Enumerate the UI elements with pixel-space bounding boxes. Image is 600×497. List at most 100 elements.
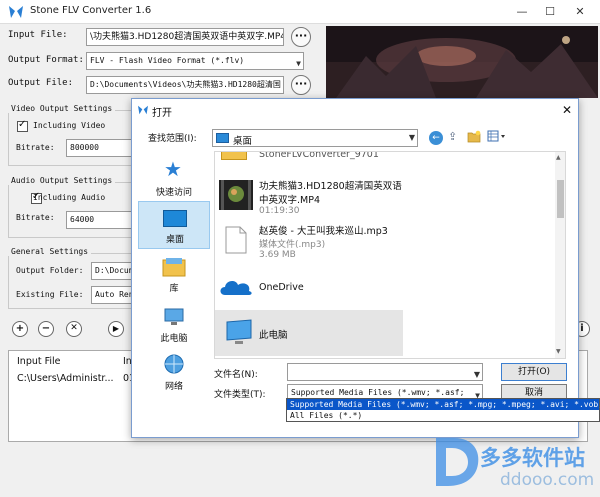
input-file-label: Input File: [8, 30, 68, 40]
audio-bitrate-label: Bitrate: [16, 213, 55, 222]
video-bitrate-label: Bitrate: [16, 143, 55, 152]
output-file-field[interactable]: D:\Documents\Videos\功夫熊猫3.HD1280超清国 [86, 76, 284, 94]
library-icon [162, 257, 186, 277]
view-menu-icon[interactable] [487, 130, 507, 143]
clear-button[interactable]: ✕ [66, 321, 82, 337]
watermark: 多多软件站 ddooo.com [428, 430, 598, 494]
app-logo-icon [8, 5, 24, 22]
output-folder-input[interactable]: D:\Docum [91, 262, 133, 280]
places-bar: ★ 快速访问 桌面 库 此电脑 网络 [138, 155, 210, 395]
back-icon[interactable]: ← [429, 131, 443, 145]
filename-combo[interactable]: ▼ [287, 363, 483, 381]
include-audio-label: Including Audio [33, 193, 106, 202]
filename-label: 文件名(N): [214, 370, 258, 380]
main-titlebar: Stone FLV Converter 1.6 — ☐ ✕ [0, 0, 600, 24]
network-icon [162, 353, 186, 375]
file-name: StoneFLVConverter_9701 [259, 151, 379, 160]
remove-button[interactable]: − [38, 321, 54, 337]
place-label: 库 [169, 284, 179, 294]
lookin-label: 查找范围(I): [148, 134, 197, 144]
chevron-down-icon: ▼ [296, 59, 301, 68]
maximize-button[interactable]: ☐ [542, 4, 558, 20]
existing-file-label: Existing File: [16, 290, 84, 299]
list-item[interactable]: 功夫熊猫3.HD1280超清国英双语 中英双字.MP4 01:19:30 [215, 174, 565, 218]
chevron-down-icon: ▼ [408, 133, 415, 142]
output-browse-button[interactable]: ··· [291, 75, 311, 95]
audio-bitrate-input[interactable]: 64000 [66, 211, 132, 229]
star-icon: ★ [164, 157, 182, 181]
audio-file-icon [225, 226, 247, 254]
new-folder-icon[interactable] [467, 130, 481, 143]
close-button[interactable]: ✕ [572, 4, 588, 20]
file-list[interactable]: StoneFLVConverter_9701 功夫熊猫3.HD1280超清国英双… [214, 151, 566, 359]
watermark-logo-icon [436, 438, 479, 486]
minimize-button[interactable]: — [514, 4, 530, 20]
lookin-value: 桌面 [233, 136, 253, 147]
filetype-option-supported[interactable]: Supported Media Files (*.wmv; *.asf; *.m… [287, 399, 600, 410]
add-button[interactable]: + [12, 321, 28, 337]
place-library[interactable]: 库 [138, 251, 210, 299]
dialog-close-button[interactable]: ✕ [558, 102, 576, 118]
output-format-label: Output Format: [8, 55, 84, 65]
filetype-value: Supported Media Files (*.wmv; *.asf; [291, 388, 465, 397]
audio-settings-title: Audio Output Settings [8, 176, 116, 185]
file-duration: 01:19:30 [259, 206, 300, 216]
up-folder-icon[interactable]: ⇪ [448, 130, 457, 143]
lookin-select[interactable]: 桌面 ▼ [212, 129, 418, 147]
place-label: 快速访问 [155, 188, 192, 198]
list-item[interactable]: StoneFLVConverter_9701 [215, 152, 565, 162]
file-name: 功夫熊猫3.HD1280超清国英双语 [259, 181, 402, 192]
app-title: Stone FLV Converter 1.6 [30, 5, 152, 16]
general-settings-title: General Settings [8, 247, 92, 256]
play-button[interactable]: ▶ [108, 321, 124, 337]
watermark-url: ddooo.com [500, 470, 595, 490]
place-network[interactable]: 网络 [138, 349, 210, 397]
filetype-label: 文件类型(T): [214, 390, 266, 400]
file-name: OneDrive [259, 282, 304, 293]
computer-icon [164, 307, 184, 327]
folder-icon [221, 152, 247, 160]
output-format-value: FLV - Flash Video Format (*.flv) [90, 56, 245, 65]
input-browse-button[interactable]: ··· [291, 27, 311, 47]
preview-frame-image [326, 26, 598, 98]
place-this-pc[interactable]: 此电脑 [138, 301, 210, 349]
scrollbar-thumb[interactable] [557, 180, 564, 218]
desktop-small-icon [216, 133, 229, 143]
existing-file-select[interactable]: Auto Ren [91, 286, 133, 304]
column-header-input-file[interactable]: Input File [17, 356, 61, 367]
audio-settings-group [8, 182, 133, 238]
open-button[interactable]: 打开(O) [501, 363, 567, 381]
file-size: 3.69 MB [259, 250, 296, 260]
list-item[interactable]: 赵英俊 - 大王叫我来巡山.mp3 媒体文件(.mp3) 3.69 MB [215, 222, 565, 266]
file-name-line2: 中英双字.MP4 [259, 195, 320, 206]
output-file-label: Output File: [8, 78, 74, 88]
video-bitrate-input[interactable]: 800000 [66, 139, 132, 157]
place-label: 此电脑 [160, 334, 188, 344]
onedrive-icon [219, 276, 253, 298]
place-label: 网络 [164, 382, 183, 392]
row-input-file: C:\Users\Administr... [17, 373, 114, 384]
video-settings-group [8, 110, 133, 166]
output-format-select[interactable]: FLV - Flash Video Format (*.flv) ▼ [86, 52, 304, 70]
list-item-selected[interactable]: 此电脑 [215, 310, 403, 356]
list-item[interactable]: OneDrive [215, 270, 565, 304]
place-label: 桌面 [165, 235, 184, 245]
watermark-text: 多多软件站 [480, 446, 585, 470]
place-desktop[interactable]: 桌面 [138, 201, 210, 249]
dialog-title: 打开 [152, 108, 172, 119]
input-file-field[interactable]: \功夫熊猫3.HD1280超清国英双语中英双字.MP4 [86, 28, 284, 46]
video-preview [326, 26, 598, 98]
file-name: 此电脑 [259, 330, 288, 341]
scroll-down-icon[interactable]: ▼ [556, 348, 561, 355]
include-video-checkbox[interactable] [17, 119, 28, 132]
scroll-up-icon[interactable]: ▲ [556, 154, 561, 161]
computer-icon [225, 318, 253, 346]
file-list-scrollbar[interactable]: ▲ ▼ [555, 152, 565, 358]
place-quick-access[interactable]: ★ 快速访问 [138, 155, 210, 203]
video-thumb-icon [219, 180, 253, 210]
file-type: 媒体文件(.mp3) [259, 240, 326, 250]
chevron-down-icon: ▼ [473, 370, 480, 379]
filetype-option-all[interactable]: All Files (*.*) [287, 410, 599, 421]
output-folder-label: Output Folder: [16, 266, 84, 275]
filetype-dropdown[interactable]: Supported Media Files (*.wmv; *.asf; *.m… [286, 398, 600, 422]
